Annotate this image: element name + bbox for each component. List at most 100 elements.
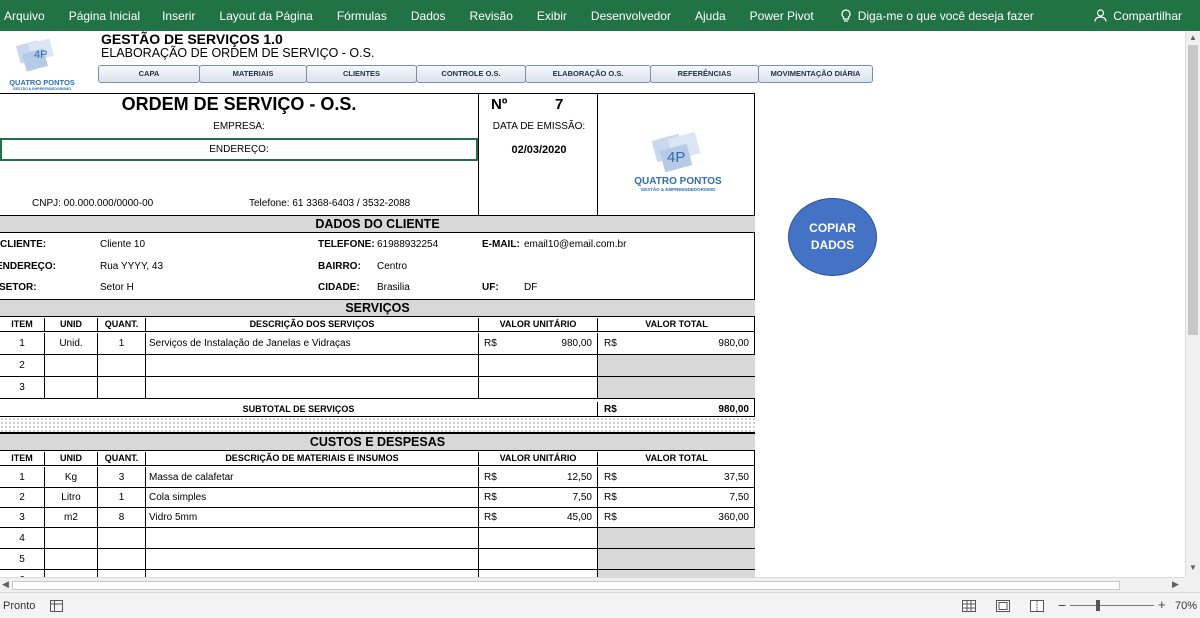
cell-quant[interactable] bbox=[98, 570, 146, 577]
cell-valor-unitario[interactable] bbox=[479, 377, 598, 398]
cell-descricao[interactable] bbox=[146, 528, 479, 548]
cell-item[interactable]: 1 bbox=[0, 333, 45, 354]
copiar-dados-button[interactable]: COPIAR DADOS bbox=[788, 198, 877, 276]
zoom-out-icon[interactable]: − bbox=[1058, 597, 1066, 613]
table-row: 6 bbox=[0, 570, 755, 577]
scroll-right-icon[interactable]: ▶ bbox=[1172, 579, 1179, 590]
scroll-up-icon[interactable]: ▲ bbox=[1189, 33, 1197, 42]
cell-item[interactable]: 2 bbox=[0, 355, 45, 376]
share-button[interactable]: Compartilhar bbox=[1094, 9, 1182, 23]
nav-referencias-button[interactable]: REFERÊNCIAS bbox=[650, 65, 759, 83]
cell-quant[interactable]: 1 bbox=[98, 488, 146, 507]
cell-descricao[interactable]: Vidro 5mm bbox=[146, 508, 479, 527]
cell-valor-unitario[interactable] bbox=[479, 549, 598, 569]
vt-currency: R$ bbox=[604, 471, 617, 483]
cell-descricao[interactable]: Cola simples bbox=[146, 488, 479, 507]
tab-desenvolvedor[interactable]: Desenvolvedor bbox=[579, 9, 683, 23]
cell-item[interactable]: 3 bbox=[0, 377, 45, 398]
zoom-slider-track[interactable] bbox=[1070, 605, 1154, 606]
nav-clientes-button[interactable]: CLIENTES bbox=[306, 65, 417, 83]
cell-descricao[interactable]: Serviços de Instalação de Janelas e Vidr… bbox=[146, 333, 479, 354]
spreadsheet-area[interactable]: 4P QUATRO PONTOS GESTÃO & EMPREENDEDORIS… bbox=[0, 31, 1185, 577]
page-layout-view-icon[interactable] bbox=[996, 600, 1010, 612]
scroll-left-icon[interactable]: ◀ bbox=[2, 579, 9, 590]
cell-quant[interactable]: 1 bbox=[98, 333, 146, 354]
tab-dados[interactable]: Dados bbox=[399, 9, 458, 23]
cell-valor-total[interactable] bbox=[598, 528, 755, 548]
normal-view-icon[interactable] bbox=[962, 600, 976, 612]
scroll-down-icon[interactable]: ▼ bbox=[1189, 563, 1197, 572]
cell-item[interactable]: 1 bbox=[0, 467, 45, 487]
cell-item[interactable]: 2 bbox=[0, 488, 45, 507]
cell-valor-total[interactable] bbox=[598, 570, 755, 577]
endereco-field[interactable]: ENDEREÇO: bbox=[0, 138, 478, 161]
nav-materiais-button[interactable]: MATERIAIS bbox=[199, 65, 307, 83]
cell-valor-unitario[interactable] bbox=[479, 355, 598, 376]
cell-valor-total[interactable]: R$ 37,50 bbox=[598, 467, 755, 487]
cell-unid[interactable]: Unid. bbox=[45, 333, 98, 354]
tab-revisao[interactable]: Revisão bbox=[458, 9, 525, 23]
cell-valor-unitario[interactable] bbox=[479, 570, 598, 577]
tab-ajuda[interactable]: Ajuda bbox=[683, 9, 738, 23]
cell-quant[interactable] bbox=[98, 355, 146, 376]
page-break-view-icon[interactable] bbox=[1030, 600, 1044, 612]
tab-inserir[interactable]: Inserir bbox=[152, 9, 207, 23]
cell-unid[interactable]: Kg bbox=[45, 467, 98, 487]
cell-quant[interactable] bbox=[98, 528, 146, 548]
cell-descricao[interactable]: Massa de calafetar bbox=[146, 467, 479, 487]
cell-descricao[interactable] bbox=[146, 570, 479, 577]
cell-quant[interactable] bbox=[98, 377, 146, 398]
cell-valor-unitario[interactable]: R$ 980,00 bbox=[479, 333, 598, 354]
tab-power-pivot[interactable]: Power Pivot bbox=[738, 9, 826, 23]
copiar-line1: COPIAR bbox=[809, 221, 856, 235]
zoom-in-icon[interactable]: + bbox=[1158, 597, 1166, 612]
cell-item[interactable]: 3 bbox=[0, 508, 45, 527]
cell-quant[interactable]: 3 bbox=[98, 467, 146, 487]
tab-arquivo[interactable]: Arquivo bbox=[0, 9, 57, 23]
vertical-scrollbar[interactable]: ▲ ▼ bbox=[1185, 31, 1200, 577]
cell-unid[interactable]: Litro bbox=[45, 488, 98, 507]
tab-pagina-inicial[interactable]: Página Inicial bbox=[57, 9, 152, 23]
tab-layout-da-pagina[interactable]: Layout da Página bbox=[207, 9, 324, 23]
cell-valor-total[interactable] bbox=[598, 377, 755, 398]
macro-record-icon[interactable] bbox=[50, 600, 63, 612]
cell-unid[interactable]: m2 bbox=[45, 508, 98, 527]
horizontal-scroll-thumb[interactable] bbox=[12, 581, 1120, 590]
tell-me-search[interactable]: Diga-me o que você deseja fazer bbox=[840, 9, 1034, 23]
cell-unid[interactable] bbox=[45, 355, 98, 376]
zoom-level[interactable]: 70% bbox=[1175, 600, 1197, 612]
cell-valor-total[interactable]: R$ 360,00 bbox=[598, 508, 755, 527]
cell-valor-unitario[interactable] bbox=[479, 528, 598, 548]
cell-unid[interactable] bbox=[45, 570, 98, 577]
nav-movimentacao-diaria-button[interactable]: MOVIMENTAÇÃO DIÁRIA bbox=[758, 65, 873, 83]
cell-unid[interactable] bbox=[45, 377, 98, 398]
tab-formulas[interactable]: Fórmulas bbox=[325, 9, 399, 23]
nav-capa-button[interactable]: CAPA bbox=[98, 65, 200, 83]
subtotal-cell[interactable]: R$ 980,00 bbox=[598, 402, 755, 416]
cell-valor-unitario[interactable]: R$ 7,50 bbox=[479, 488, 598, 507]
cell-quant[interactable]: 8 bbox=[98, 508, 146, 527]
cell-item[interactable]: 6 bbox=[0, 570, 45, 577]
cell-descricao[interactable] bbox=[146, 377, 479, 398]
cell-descricao[interactable] bbox=[146, 549, 479, 569]
zoom-slider-handle[interactable] bbox=[1096, 600, 1100, 611]
cell-unid[interactable] bbox=[45, 549, 98, 569]
cell-valor-unitario[interactable]: R$ 12,50 bbox=[479, 467, 598, 487]
cell-item[interactable]: 4 bbox=[0, 528, 45, 548]
cell-quant[interactable] bbox=[98, 549, 146, 569]
vertical-scroll-thumb[interactable] bbox=[1188, 45, 1198, 335]
cell-valor-unitario[interactable]: R$ 45,00 bbox=[479, 508, 598, 527]
cell-valor-total[interactable] bbox=[598, 355, 755, 376]
cell-item[interactable]: 5 bbox=[0, 549, 45, 569]
cell-unid[interactable] bbox=[45, 528, 98, 548]
nav-controle-os-button[interactable]: CONTROLE O.S. bbox=[416, 65, 526, 83]
cell-valor-total[interactable]: R$ 980,00 bbox=[598, 333, 755, 354]
cell-valor-total[interactable]: R$ 7,50 bbox=[598, 488, 755, 507]
cell-descricao[interactable] bbox=[146, 355, 479, 376]
nav-elaboracao-os-button[interactable]: ELABORAÇÃO O.S. bbox=[525, 65, 651, 83]
vt-currency: R$ bbox=[604, 512, 617, 523]
horizontal-scrollbar[interactable]: ◀ ▶ bbox=[0, 577, 1185, 592]
cell-valor-total[interactable] bbox=[598, 549, 755, 569]
tab-exibir[interactable]: Exibir bbox=[525, 9, 579, 23]
dados-cliente-header: DADOS DO CLIENTE bbox=[0, 215, 755, 233]
